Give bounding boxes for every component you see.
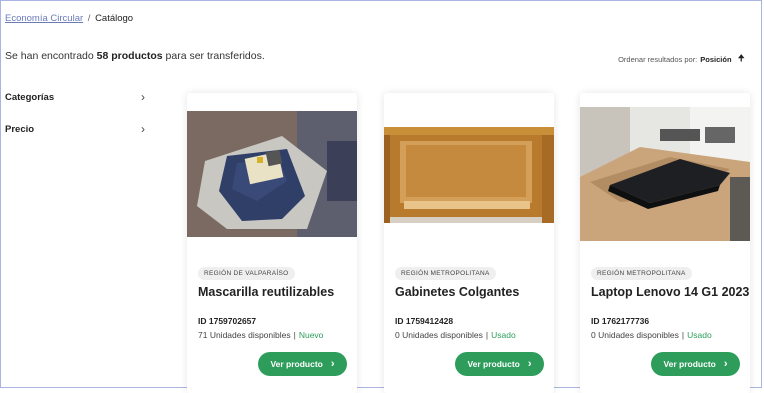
breadcrumb: Economía Circular / Catálogo <box>5 13 133 24</box>
breadcrumb-separator: / <box>87 13 91 24</box>
product-availability: 0 Unidades disponibles | Usado <box>591 330 712 340</box>
product-id: ID 1759702657 <box>198 316 257 326</box>
product-id: ID 1762177736 <box>591 316 650 326</box>
region-badge: REGIÓN DE VALPARAÍSO <box>198 267 295 280</box>
product-availability: 0 Unidades disponibles | Usado <box>395 330 516 340</box>
view-product-button[interactable]: Ver producto › <box>651 352 740 376</box>
filter-categorias[interactable]: Categorías › <box>5 90 147 104</box>
product-id: ID 1759412428 <box>395 316 454 326</box>
condition-label: Usado <box>687 330 712 340</box>
chevron-right-icon: › <box>527 358 532 370</box>
product-title[interactable]: Mascarilla reutilizables <box>198 285 334 299</box>
product-card: REGIÓN DE VALPARAÍSO Mascarilla reutiliz… <box>187 93 357 393</box>
breadcrumb-link-economia-circular[interactable]: Economía Circular <box>5 13 83 24</box>
availability-separator: | <box>681 330 685 340</box>
condition-label: Usado <box>491 330 516 340</box>
view-product-label: Ver producto <box>467 359 520 369</box>
catalog-page: Economía Circular / Catálogo Se han enco… <box>0 0 762 393</box>
chevron-right-icon: › <box>330 358 335 370</box>
view-product-button[interactable]: Ver producto › <box>455 352 544 376</box>
availability-count: 0 Unidades disponibles <box>395 330 483 340</box>
chevron-right-icon: › <box>723 358 728 370</box>
filter-label: Categorías <box>5 91 55 103</box>
availability-separator: | <box>293 330 296 340</box>
view-product-label: Ver producto <box>663 359 716 369</box>
availability-count: 0 Unidades disponibles <box>591 330 679 340</box>
product-title[interactable]: Laptop Lenovo 14 G1 2023 <box>591 285 749 299</box>
results-suffix: para ser transferidos. <box>165 50 265 62</box>
results-prefix: Se han encontrado <box>5 50 94 62</box>
arrow-up-icon[interactable]: 🠉 <box>738 51 745 67</box>
product-title[interactable]: Gabinetes Colgantes <box>395 285 519 299</box>
results-summary: Se han encontrado 58 productos para ser … <box>5 50 265 62</box>
sort-label: Ordenar resultados por: <box>618 54 698 64</box>
view-product-label: Ver producto <box>270 359 323 369</box>
filter-precio[interactable]: Precio › <box>5 122 147 136</box>
product-availability: 71 Unidades disponibles | Nuevo <box>198 330 323 340</box>
product-card: REGIÓN METROPOLITANA Gabinetes Colgantes… <box>384 93 554 393</box>
availability-separator: | <box>485 330 489 340</box>
availability-count: 71 Unidades disponibles <box>198 330 291 340</box>
chevron-right-icon: › <box>141 90 145 104</box>
product-card: REGIÓN METROPOLITANA Laptop Lenovo 14 G1… <box>580 93 750 393</box>
results-count: 58 productos <box>96 50 163 62</box>
sort-control: Ordenar resultados por: Posición 🠉 <box>618 51 745 67</box>
product-image[interactable] <box>580 107 750 241</box>
view-product-button[interactable]: Ver producto › <box>258 352 347 376</box>
region-badge: REGIÓN METROPOLITANA <box>395 267 496 280</box>
region-badge: REGIÓN METROPOLITANA <box>591 267 692 280</box>
breadcrumb-current: Catálogo <box>95 13 134 24</box>
chevron-right-icon: › <box>141 122 145 136</box>
product-image[interactable] <box>187 111 357 237</box>
condition-label: Nuevo <box>298 330 324 340</box>
product-image[interactable] <box>384 127 554 223</box>
filter-label: Precio <box>5 123 35 135</box>
sort-select[interactable]: Posición <box>700 55 731 64</box>
